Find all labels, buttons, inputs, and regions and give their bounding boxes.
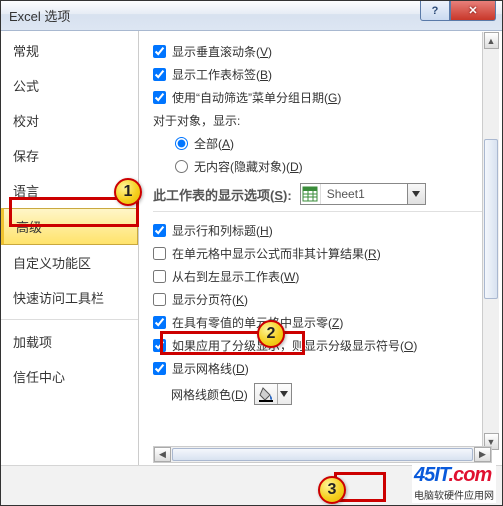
- checkbox-sheet-tabs[interactable]: [153, 68, 166, 81]
- annotation-callout-3: 3: [318, 476, 346, 504]
- sidebar-item-addins[interactable]: 加载项: [1, 324, 138, 359]
- label-objects-none: 无内容(隐藏对象)(D): [194, 158, 303, 175]
- scroll-right-icon[interactable]: ▶: [474, 447, 491, 462]
- gridline-color-picker[interactable]: [254, 383, 292, 405]
- label-outline-symbols: 如果应用了分级显示，则显示分级显示符号(O): [172, 337, 417, 354]
- label-autofilter-date: 使用“自动筛选”菜单分组日期(G): [172, 89, 341, 106]
- radio-objects-all[interactable]: [175, 137, 188, 150]
- checkbox-show-headers[interactable]: [153, 224, 166, 237]
- annotation-callout-2: 2: [257, 320, 285, 348]
- chevron-down-icon[interactable]: [277, 384, 291, 404]
- content-panel: 显示垂直滚动条(V) 显示工作表标签(B) 使用“自动筛选”菜单分组日期(G) …: [139, 31, 502, 468]
- sidebar: 常规 公式 校对 保存 语言 高级 自定义功能区 快速访问工具栏 加载项 信任中…: [1, 31, 139, 468]
- label-show-formulas: 在单元格中显示公式而非其计算结果(R): [172, 245, 381, 262]
- titlebar: Excel 选项 ? ✕: [1, 1, 502, 31]
- sidebar-item-advanced[interactable]: 高级: [1, 208, 138, 245]
- sidebar-item-trust-center[interactable]: 信任中心: [1, 359, 138, 394]
- radio-objects-none[interactable]: [175, 160, 188, 173]
- label-objects-all: 全部(A): [194, 135, 234, 152]
- window-title: Excel 选项: [9, 6, 70, 25]
- checkbox-show-gridlines[interactable]: [153, 362, 166, 375]
- annotation-callout-1: 1: [114, 178, 142, 206]
- checkbox-rtl[interactable]: [153, 270, 166, 283]
- horizontal-scrollbar[interactable]: ◀ ▶: [153, 446, 492, 463]
- paint-bucket-icon: [255, 384, 277, 404]
- sidebar-item-general[interactable]: 常规: [1, 33, 138, 68]
- sheet-selector-value: Sheet1: [321, 187, 407, 201]
- label-show-gridlines: 显示网格线(D): [172, 360, 249, 377]
- sidebar-item-proofing[interactable]: 校对: [1, 103, 138, 138]
- vertical-scrollbar[interactable]: ▲ ▼: [482, 32, 499, 450]
- objects-title: 对于对象，显示:: [153, 112, 240, 129]
- label-gridline-color: 网格线颜色(D): [171, 386, 248, 403]
- label-vertical-scrollbar: 显示垂直滚动条(V): [172, 43, 272, 60]
- sheet-selector[interactable]: Sheet1: [300, 183, 426, 205]
- checkbox-show-zero[interactable]: [153, 316, 166, 329]
- sidebar-item-customize-ribbon[interactable]: 自定义功能区: [1, 245, 138, 280]
- section-worksheet-display: 此工作表的显示选项(S): Sheet1: [153, 183, 488, 212]
- label-show-headers: 显示行和列标题(H): [172, 222, 273, 239]
- checkbox-vertical-scrollbar[interactable]: [153, 45, 166, 58]
- sidebar-item-save[interactable]: 保存: [1, 138, 138, 173]
- sidebar-item-quick-access[interactable]: 快速访问工具栏: [1, 280, 138, 315]
- help-button[interactable]: ?: [420, 1, 450, 21]
- scroll-left-icon[interactable]: ◀: [154, 447, 171, 462]
- scroll-up-icon[interactable]: ▲: [484, 32, 499, 49]
- checkbox-page-breaks[interactable]: [153, 293, 166, 306]
- label-rtl: 从右到左显示工作表(W): [172, 268, 299, 285]
- checkbox-outline-symbols[interactable]: [153, 339, 166, 352]
- sidebar-divider: [1, 319, 138, 320]
- sidebar-item-formulas[interactable]: 公式: [1, 68, 138, 103]
- checkbox-show-formulas[interactable]: [153, 247, 166, 260]
- label-sheet-tabs: 显示工作表标签(B): [172, 66, 272, 83]
- checkbox-autofilter-date[interactable]: [153, 91, 166, 104]
- label-page-breaks: 显示分页符(K): [172, 291, 248, 308]
- worksheet-icon: [301, 184, 321, 204]
- scrollbar-thumb[interactable]: [484, 139, 498, 299]
- chevron-down-icon[interactable]: [407, 184, 425, 204]
- scrollbar-thumb[interactable]: [172, 448, 473, 461]
- watermark-logo: 45IT.com 电脑软硬件应用网: [412, 463, 496, 503]
- close-button[interactable]: ✕: [450, 1, 496, 21]
